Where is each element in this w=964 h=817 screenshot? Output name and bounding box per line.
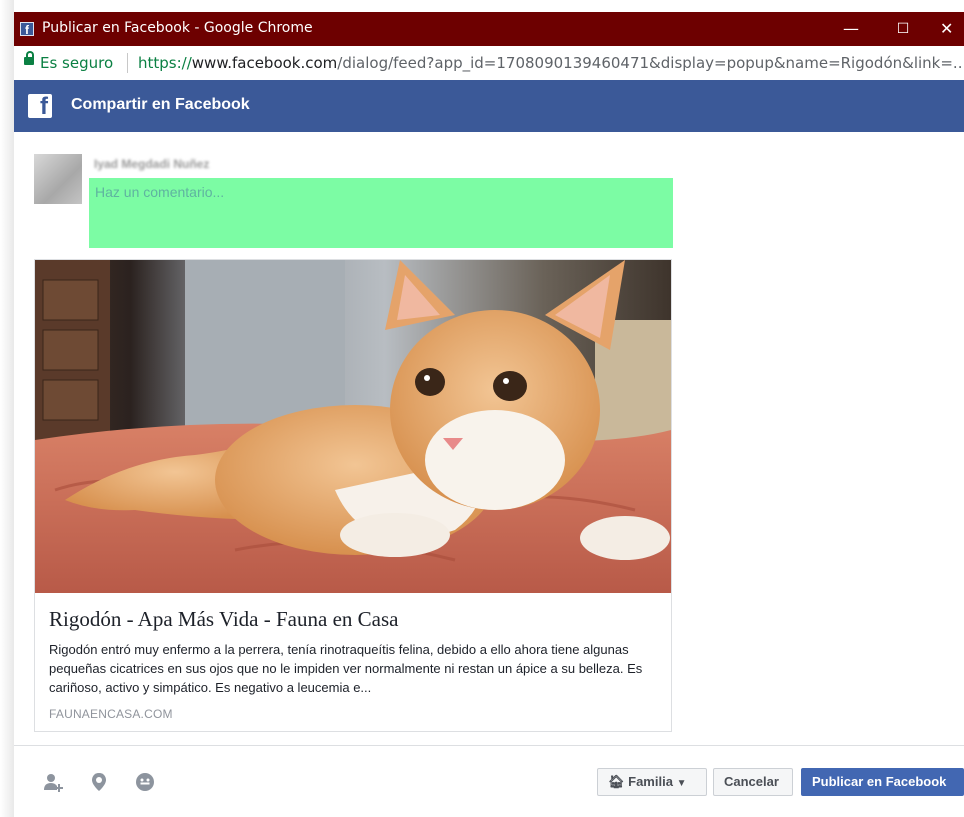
close-icon[interactable]: ✕	[940, 16, 964, 42]
facebook-logo-icon: f	[28, 93, 52, 120]
facebook-favicon-icon: f	[20, 22, 34, 37]
address-separator	[127, 53, 128, 73]
popup-window: f Publicar en Facebook - Google Chrome —…	[14, 12, 964, 817]
url-path: /dialog/feed?app_id=1708090139460471&dis…	[337, 54, 964, 72]
secure-label[interactable]: Es seguro	[40, 54, 113, 72]
chevron-down-icon: ▼	[676, 778, 687, 789]
dialog-title: Compartir en Facebook	[71, 96, 250, 113]
window-shadow	[0, 0, 14, 817]
footer-divider	[14, 745, 964, 746]
title-bar: f Publicar en Facebook - Google Chrome —…	[14, 12, 964, 46]
publish-button[interactable]: Publicar en Facebook	[801, 768, 964, 796]
minimize-icon[interactable]: —	[836, 16, 866, 42]
preview-image	[35, 260, 671, 593]
card-description: Rigodón entró muy enfermo a la perrera, …	[49, 642, 643, 695]
window-title: Publicar en Facebook - Google Chrome	[42, 20, 313, 36]
url-text[interactable]: https://www.facebook.com/dialog/feed?app…	[138, 54, 964, 72]
url-host: www.facebook.com	[191, 54, 338, 72]
card-title[interactable]: Rigodón - Apa Más Vida - Fauna en Casa	[49, 607, 398, 632]
home-icon: 🏠︎	[608, 775, 625, 790]
location-icon[interactable]	[88, 771, 110, 793]
url-protocol: https://	[138, 54, 192, 72]
audience-label: Familia	[628, 774, 673, 789]
card-domain: FAUNAENCASA.COM	[49, 707, 173, 721]
avatar[interactable]	[34, 154, 82, 204]
cancel-button[interactable]: Cancelar	[713, 768, 793, 796]
comment-input[interactable]	[89, 178, 673, 248]
tag-friends-icon[interactable]	[42, 771, 64, 793]
user-name[interactable]: Iyad Megdadi Nuñez	[94, 157, 209, 171]
address-bar[interactable]: Es seguro https://www.facebook.com/dialo…	[14, 46, 964, 81]
link-preview-card[interactable]: Rigodón - Apa Más Vida - Fauna en Casa R…	[34, 259, 672, 732]
lock-icon	[24, 51, 34, 65]
dialog-header: f Compartir en Facebook	[14, 80, 964, 132]
maximize-icon[interactable]: ☐	[888, 16, 918, 42]
audience-selector[interactable]: 🏠︎ Familia ▼	[597, 768, 707, 796]
feeling-icon[interactable]	[134, 771, 156, 793]
